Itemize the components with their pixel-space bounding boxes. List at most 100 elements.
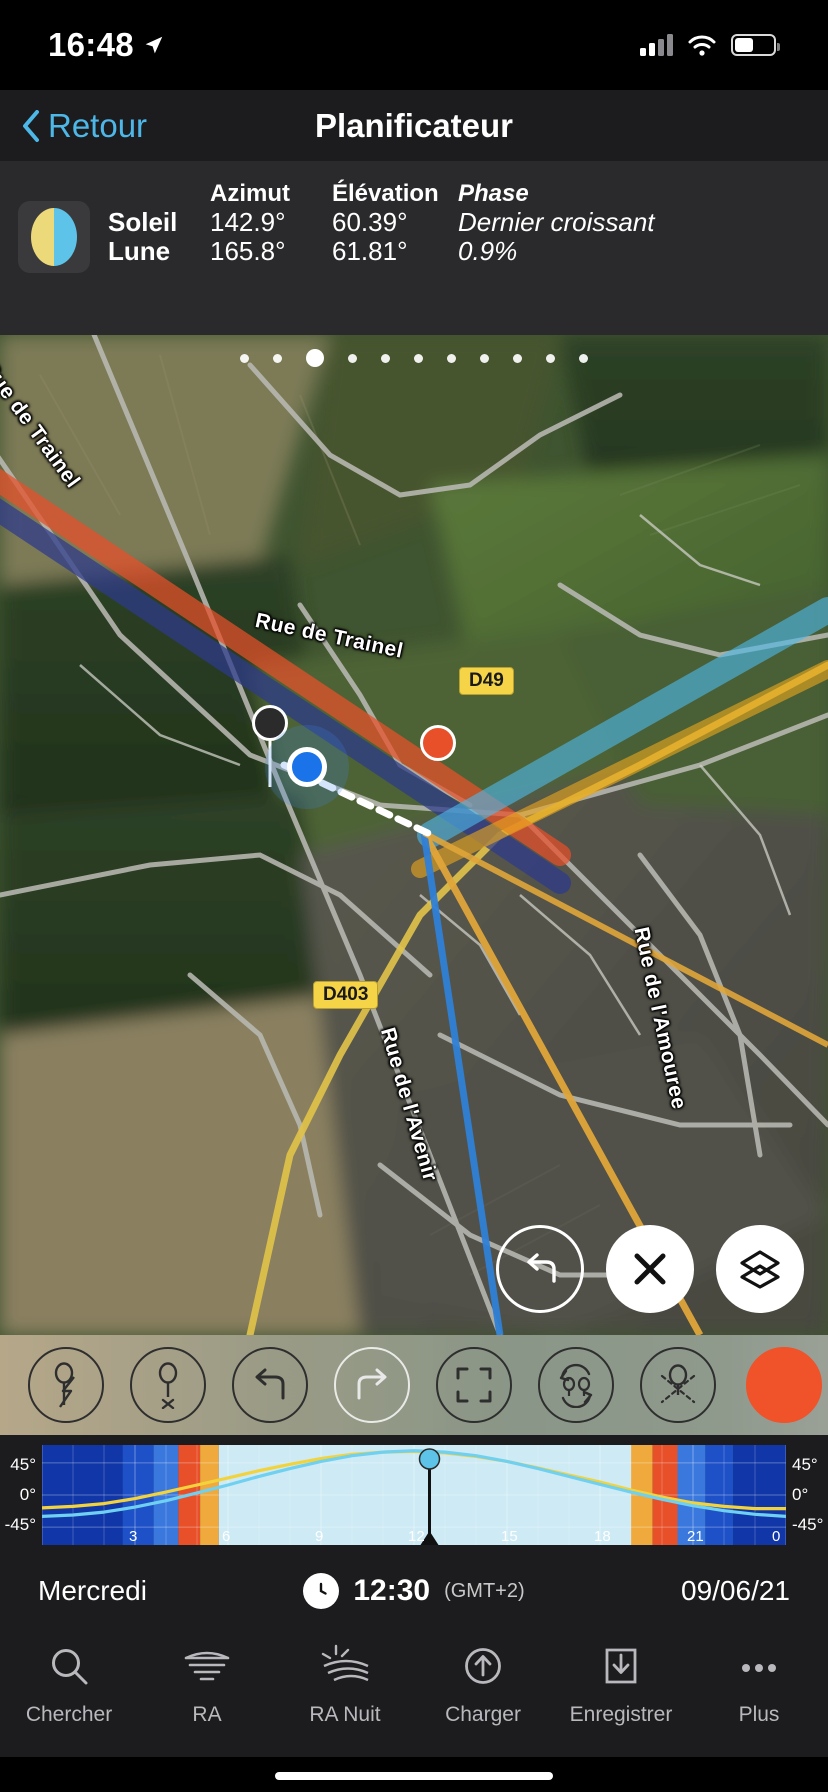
x-tick-label: 9	[315, 1528, 323, 1545]
current-location-dot[interactable]	[287, 747, 327, 787]
table-row: Lune 165.8° 61.81° 0.9%	[108, 236, 758, 266]
chevron-left-icon	[23, 109, 39, 142]
page-dot[interactable]	[414, 353, 423, 363]
undo-arrow-icon	[527, 1253, 556, 1283]
x-tick-label: 15	[501, 1528, 518, 1545]
pin-crossed-icon	[660, 1364, 696, 1404]
y-tick-left-2: -45°	[4, 1515, 36, 1534]
undo-button[interactable]	[496, 1225, 584, 1313]
road-shield-d49: D49	[459, 667, 514, 695]
timeline-axis-right: 45° 0° -45°	[786, 1435, 828, 1555]
tool-fit-screen[interactable]	[436, 1347, 512, 1423]
road-shield-d403: D403	[313, 981, 379, 1009]
observer-pin-head	[252, 705, 288, 741]
tab-chercher[interactable]: Chercher	[0, 1641, 138, 1727]
header-elevation: Élévation	[332, 179, 439, 207]
time-value: 12:30	[353, 1574, 431, 1607]
celestial-info-panel[interactable]: Azimut Élévation Phase Soleil 142.9° 60.…	[0, 161, 828, 335]
save-download-icon	[599, 1641, 643, 1691]
tab-label: Enregistrer	[569, 1703, 673, 1726]
tool-remove-pin[interactable]	[130, 1347, 206, 1423]
swap-pins-icon	[559, 1363, 593, 1408]
tab-label: Plus	[738, 1703, 780, 1726]
tool-redo[interactable]	[334, 1347, 410, 1423]
map-layers-icon	[740, 1250, 780, 1289]
page-dot[interactable]	[381, 353, 390, 363]
tab-label: RA Nuit	[309, 1703, 381, 1726]
page-dot[interactable]	[273, 353, 282, 363]
y-tick-right-2: -45°	[792, 1515, 824, 1534]
arrow-back-icon	[255, 1368, 285, 1400]
close-button[interactable]	[606, 1225, 694, 1313]
observer-pin[interactable]	[252, 705, 288, 783]
tab-bar: Chercher RA RA Nuit Charger Enregistrer …	[0, 1627, 828, 1757]
ellipsis-icon	[732, 1641, 786, 1691]
home-indicator[interactable]	[275, 1772, 553, 1780]
tab-ra[interactable]: RA	[138, 1641, 276, 1727]
page-dot[interactable]	[348, 353, 357, 363]
observer-pin-stick	[268, 739, 272, 783]
map-controls	[496, 1225, 804, 1313]
tool-hide-pins[interactable]	[640, 1347, 716, 1423]
page-dot[interactable]	[513, 353, 522, 363]
page-dot[interactable]	[546, 353, 555, 363]
page-dot[interactable]	[480, 353, 489, 363]
pin-x-icon	[158, 1362, 178, 1409]
moon-phase-icon	[18, 201, 90, 273]
upload-arrow-icon	[461, 1641, 505, 1691]
celestial-table: Azimut Élévation Phase Soleil 142.9° 60.…	[108, 179, 758, 273]
row-phase-sun: Dernier croissant	[458, 207, 655, 237]
timeline-handle	[418, 1448, 441, 1470]
back-button[interactable]: Retour	[0, 107, 147, 145]
elevation-timeline-chart[interactable]: 45° 0° -45° 45° 0° -45° 3 6 9 12 15 18 21 0	[0, 1435, 828, 1555]
status-bar-left: 16:48	[48, 26, 164, 64]
page-dot[interactable]	[240, 353, 249, 363]
battery-icon	[731, 34, 780, 56]
row-azimuth-moon: 165.8°	[210, 236, 286, 266]
close-x-icon	[634, 1253, 666, 1285]
row-elevation-sun: 60.39°	[332, 207, 408, 237]
satellite-map-canvas	[0, 335, 828, 1335]
header-azimuth: Azimut	[210, 179, 290, 207]
search-icon	[47, 1641, 91, 1691]
map-page-indicator[interactable]	[0, 347, 828, 369]
tool-geodetics[interactable]	[28, 1347, 104, 1423]
map-view[interactable]: Rue de Trainel Rue de Trainel Rue de l'A…	[0, 335, 828, 1335]
layers-button[interactable]	[716, 1225, 804, 1313]
tab-charger[interactable]: Charger	[414, 1641, 552, 1727]
timeline-axis-left: 45° 0° -45°	[0, 1435, 42, 1555]
pin-lightning-icon	[54, 1362, 75, 1408]
tool-swap-pins[interactable]	[538, 1347, 614, 1423]
x-tick-label: 3	[129, 1528, 137, 1545]
time-group[interactable]: 12:30 (GMT+2)	[300, 1573, 528, 1609]
timeline-plot[interactable]: 3 6 9 12 15 18 21 0	[42, 1445, 786, 1545]
x-tick-label: 6	[222, 1528, 230, 1545]
tab-label: Charger	[445, 1703, 521, 1726]
tab-enregistrer[interactable]: Enregistrer	[552, 1641, 690, 1727]
timezone-label: (GMT+2)	[444, 1579, 525, 1602]
tab-label: RA	[192, 1703, 222, 1726]
date-time-bar[interactable]: Mercredi 12:30 (GMT+2) 09/06/21	[0, 1555, 828, 1627]
weekday-label: Mercredi	[38, 1575, 147, 1606]
timeline-svg: 3 6 9 12 15 18 21 0	[42, 1445, 786, 1545]
y-tick-left-0: 45°	[10, 1455, 36, 1474]
page-dot[interactable]	[447, 353, 456, 363]
page-dot-active[interactable]	[306, 349, 324, 367]
x-tick-label: 21	[687, 1528, 704, 1545]
planner-screen: 16:48 Retour Planificateur Azimut Élévat…	[0, 0, 828, 1792]
row-elevation-moon: 61.81°	[332, 236, 408, 266]
x-tick-label: 18	[594, 1528, 611, 1545]
target-pin[interactable]	[420, 725, 456, 761]
tab-ra-nuit[interactable]: RA Nuit	[276, 1641, 414, 1727]
back-button-label: Retour	[48, 106, 148, 144]
date-value[interactable]: 09/06/21	[528, 1575, 828, 1607]
row-body-moon: Lune	[108, 236, 171, 266]
clock-icon	[303, 1573, 340, 1609]
tab-plus[interactable]: Plus	[690, 1641, 828, 1727]
x-tick-label: 12	[408, 1528, 425, 1545]
tool-undo[interactable]	[232, 1347, 308, 1423]
tool-record[interactable]	[746, 1347, 822, 1423]
table-row: Soleil 142.9° 60.39° Dernier croissant	[108, 207, 758, 237]
page-dot[interactable]	[579, 353, 588, 363]
table-header-row: Azimut Élévation Phase	[108, 179, 758, 208]
